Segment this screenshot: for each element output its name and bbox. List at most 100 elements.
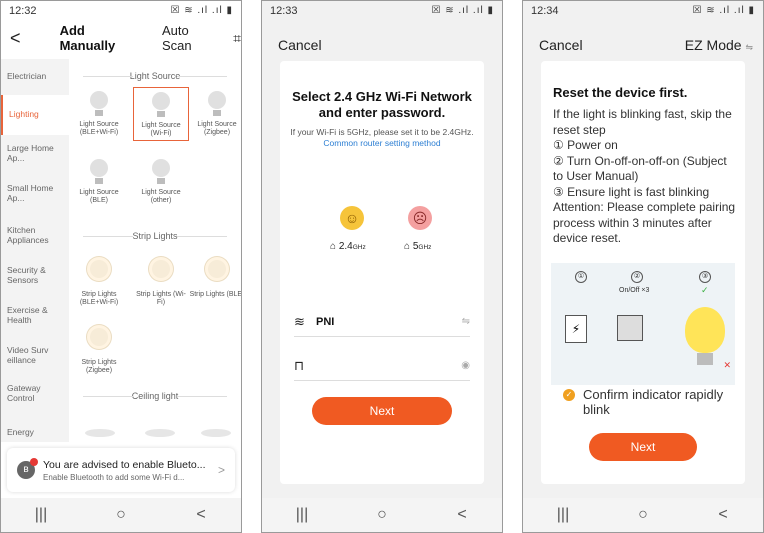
- back-icon[interactable]: <: [1, 28, 30, 49]
- switch-icon: [617, 315, 643, 341]
- confirm-label: Confirm indicator rapidly blink: [583, 387, 724, 417]
- strip-light-icon: [147, 257, 175, 287]
- wifi-ssid-value: PNI: [316, 315, 335, 328]
- add-device-header: < Add Manually Auto Scan ⌗: [1, 21, 241, 55]
- recent-apps-button[interactable]: |||: [287, 506, 317, 524]
- device-grid: Light Source Light Source (BLE+Wi-Fi) Li…: [69, 59, 241, 442]
- strip-light-icon: [203, 257, 231, 287]
- device-light-ble[interactable]: Light Source (BLE): [71, 159, 127, 205]
- confirm-indicator[interactable]: ✓ Confirm indicator rapidly blink: [563, 387, 735, 417]
- alert-dot: [30, 458, 38, 466]
- bulb-icon: [206, 91, 228, 117]
- bulb-icon: [150, 159, 172, 185]
- chevron-right-icon[interactable]: >: [218, 463, 225, 477]
- band-24ghz: ⌂ 2.4GHz: [330, 241, 366, 252]
- status-time: 12:34: [531, 5, 559, 17]
- ceiling-light-icon[interactable]: [85, 429, 115, 437]
- sidebar-item-gateway[interactable]: Gateway Control: [1, 383, 57, 403]
- status-icons: ☒ ≋ .ıl .ıl ▮: [170, 5, 233, 16]
- next-button[interactable]: Next: [589, 433, 697, 461]
- device-light-zigbee[interactable]: Light Source (Zigbee): [189, 91, 241, 137]
- android-nav-bar: ||| ○ <: [523, 498, 763, 532]
- sidebar-item-electrician[interactable]: Electrician: [1, 71, 69, 81]
- device-strip-wifi[interactable]: Strip Lights (Wi-Fi): [133, 257, 189, 307]
- cancel-button[interactable]: Cancel: [539, 37, 583, 53]
- device-strip-zigbee[interactable]: Strip Lights (Zigbee): [71, 325, 127, 375]
- section-ceiling-light: Ceiling light: [75, 391, 235, 401]
- android-nav-bar: ||| ○ <: [1, 498, 241, 532]
- strip-light-icon: [85, 257, 113, 287]
- bulb-icon: [88, 159, 110, 185]
- device-light-other[interactable]: Light Source (other): [133, 159, 189, 205]
- reset-title: Reset the device first.: [553, 85, 688, 100]
- status-icons: ☒ ≋ .ıl .ıl ▮: [431, 5, 494, 16]
- wifi-description: If your Wi-Fi is 5GHz, please set it to …: [290, 127, 474, 148]
- router-icon: ⌂: [330, 241, 337, 252]
- router-icon: ⌂: [404, 241, 411, 252]
- step-3-badge: ③: [699, 271, 711, 283]
- back-button[interactable]: <: [186, 506, 216, 524]
- status-icons: ☒ ≋ .ıl .ıl ▮: [692, 5, 755, 16]
- step-1-badge: ①: [575, 271, 587, 283]
- sidebar-item-kitchen[interactable]: Kitchen Appliances: [1, 225, 57, 245]
- section-strip-lights: Strip Lights: [75, 231, 235, 241]
- scan-icon[interactable]: ⌗: [233, 30, 241, 47]
- sidebar-item-exercise[interactable]: Exercise & Health: [1, 305, 57, 325]
- back-button[interactable]: <: [447, 506, 477, 524]
- bluetooth-banner[interactable]: ʙ You are advised to enable Blueto... En…: [7, 448, 235, 492]
- banner-subtitle: Enable Bluetooth to add some Wi-Fi d...: [43, 472, 185, 482]
- status-bar: 12:32 ☒ ≋ .ıl .ıl ▮: [1, 1, 241, 19]
- android-nav-bar: ||| ○ <: [262, 498, 502, 532]
- banner-title: You are advised to enable Blueto...: [43, 458, 206, 471]
- sidebar-item-security[interactable]: Security & Sensors: [1, 265, 57, 285]
- recent-apps-button[interactable]: |||: [26, 506, 56, 524]
- recent-apps-button[interactable]: |||: [548, 506, 578, 524]
- reset-card: Reset the device first. If the light is …: [541, 61, 745, 484]
- eye-icon[interactable]: ◉: [461, 360, 470, 371]
- step-2-badge: ②: [631, 271, 643, 283]
- band-5ghz: ⌂ 5GHz: [404, 241, 432, 252]
- switch-network-icon[interactable]: ⇋: [462, 316, 470, 327]
- back-button[interactable]: <: [708, 506, 738, 524]
- strip-light-icon: [85, 325, 113, 355]
- tab-add-manually[interactable]: Add Manually: [60, 23, 140, 53]
- ceiling-light-icon[interactable]: [145, 429, 175, 437]
- wifi-password-field[interactable]: ⊓ ◉: [294, 351, 470, 381]
- plug-icon: ⚡: [565, 315, 587, 343]
- home-button[interactable]: ○: [628, 506, 658, 524]
- status-time: 12:32: [9, 5, 37, 17]
- reset-illustration: ① ② ③ On/Off ×3 ✓ ⚡ ✕: [551, 263, 735, 385]
- wifi-card: Select 2.4 GHz Wi-Fi Network and enter p…: [280, 61, 484, 484]
- smile-icon: ☺: [340, 206, 364, 230]
- device-strip-ble[interactable]: Strip Lights (BLE): [189, 257, 241, 299]
- status-bar: 12:33 ☒ ≋ .ıl .ıl ▮: [262, 1, 502, 19]
- bulb-icon: [150, 92, 172, 118]
- next-button[interactable]: Next: [312, 397, 452, 425]
- sidebar-item-video[interactable]: Video Surv eillance: [1, 345, 57, 365]
- phone-wifi-setup: 12:33 ☒ ≋ .ıl .ıl ▮ Cancel Select 2.4 GH…: [261, 0, 503, 533]
- onoff-label: On/Off ×3: [619, 287, 650, 294]
- checkbox-icon[interactable]: ✓: [563, 389, 575, 401]
- tab-auto-scan[interactable]: Auto Scan: [162, 23, 219, 53]
- home-button[interactable]: ○: [106, 506, 136, 524]
- sidebar-item-lighting[interactable]: Lighting: [1, 95, 69, 135]
- sidebar-item-small-home[interactable]: Small Home Ap...: [1, 183, 57, 203]
- home-button[interactable]: ○: [367, 506, 397, 524]
- router-setting-link[interactable]: Common router setting method: [323, 138, 440, 148]
- ez-mode-button[interactable]: EZ Mode ⇋: [685, 37, 753, 53]
- check-icon: ✓: [701, 285, 709, 295]
- reset-instructions: If the light is blinking fast, skip the …: [553, 107, 736, 245]
- lit-bulb-icon: [685, 307, 725, 353]
- status-bar: 12:34 ☒ ≋ .ıl .ıl ▮: [523, 1, 763, 19]
- wifi-icon: ≋: [294, 313, 305, 329]
- device-light-ble-wifi[interactable]: Light Source (BLE+Wi-Fi): [71, 91, 127, 137]
- switch-mode-icon: ⇋: [745, 42, 753, 52]
- device-strip-ble-wifi[interactable]: Strip Lights (BLE+Wi-Fi): [71, 257, 127, 307]
- phone-add-device: 12:32 ☒ ≋ .ıl .ıl ▮ < Add Manually Auto …: [0, 0, 242, 533]
- sidebar-item-energy[interactable]: Energy: [1, 427, 69, 437]
- ceiling-light-icon[interactable]: [201, 429, 231, 437]
- sidebar-item-large-home[interactable]: Large Home Ap...: [1, 143, 57, 163]
- wifi-ssid-field[interactable]: ≋ PNI ⇋: [294, 307, 470, 337]
- cancel-button[interactable]: Cancel: [278, 37, 322, 53]
- device-light-wifi[interactable]: Light Source (Wi-Fi): [133, 87, 189, 141]
